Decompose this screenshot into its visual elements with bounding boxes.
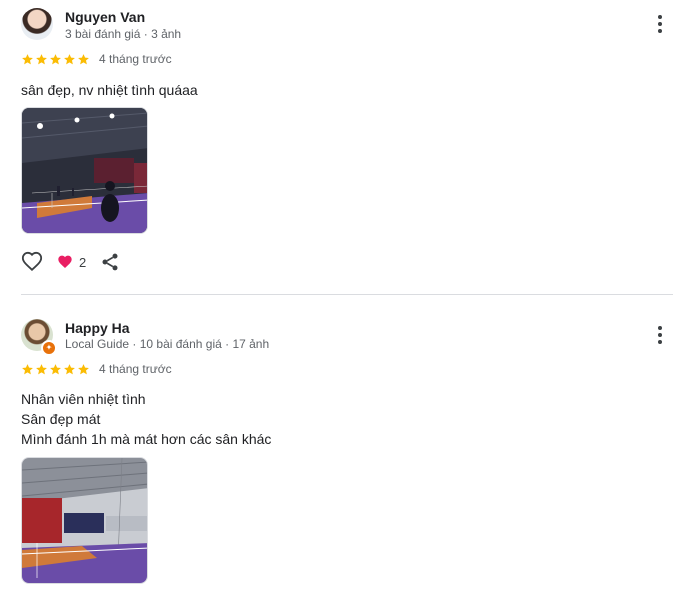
star-icon	[22, 363, 33, 374]
star-icon	[36, 53, 47, 64]
star-icon	[36, 363, 47, 374]
review-text-line: sân đẹp, nv nhiệt tình quáaa	[21, 82, 198, 98]
star-rating	[21, 363, 90, 376]
local-guide-badge-icon: ✦	[41, 340, 57, 356]
rating-row: 4 tháng trước	[21, 52, 172, 66]
review-divider	[21, 294, 673, 295]
star-icon	[78, 363, 89, 374]
more-vert-icon	[658, 15, 662, 19]
review-photo[interactable]	[21, 107, 148, 234]
more-vert-icon-dot	[658, 333, 662, 337]
review-text-line: Sân đẹp mát	[21, 411, 101, 427]
share-icon	[102, 253, 118, 271]
star-icon	[64, 363, 75, 374]
reaction-summary[interactable]: 2	[57, 254, 86, 270]
review-photo[interactable]	[21, 457, 148, 584]
heart-outline-icon	[21, 251, 43, 272]
review-actions: 2	[21, 251, 120, 273]
more-options-button[interactable]	[650, 14, 670, 34]
like-button[interactable]	[21, 251, 43, 273]
more-vert-icon	[658, 326, 662, 330]
court-photo-image	[22, 108, 147, 233]
star-icon	[78, 53, 89, 64]
rating-row: 4 tháng trước	[21, 362, 172, 376]
star-rating	[21, 53, 90, 66]
review-text-line: Nhân viên nhiệt tình	[21, 391, 146, 407]
more-options-button[interactable]	[650, 325, 670, 345]
star-icon	[50, 53, 61, 64]
more-vert-icon-dot	[658, 22, 662, 26]
author-meta: Local Guide · 10 bài đánh giá · 17 ảnh	[65, 337, 270, 351]
more-vert-icon-dot	[658, 29, 662, 33]
star-icon	[22, 53, 33, 64]
more-vert-icon-dot	[658, 340, 662, 344]
avatar[interactable]	[21, 8, 53, 40]
review-text: sân đẹp, nv nhiệt tình quáaa	[21, 80, 198, 100]
author-name[interactable]: Nguyen Van	[65, 9, 145, 25]
author-name[interactable]: Happy Ha	[65, 320, 130, 336]
star-icon	[50, 363, 61, 374]
reaction-count: 2	[79, 254, 87, 270]
review-time: 4 tháng trước	[99, 52, 172, 66]
court-photo-image	[22, 458, 147, 583]
review-text-line: Mình đánh 1h mà mát hơn các sân khác	[21, 431, 272, 447]
star-icon	[64, 53, 75, 64]
author-meta: 3 bài đánh giá · 3 ảnh	[65, 27, 182, 41]
heart-filled-icon	[58, 255, 72, 268]
share-button[interactable]	[100, 252, 120, 272]
review-time: 4 tháng trước	[99, 362, 172, 376]
review-text: Nhân viên nhiệt tình Sân đẹp mát Mình đá…	[21, 389, 271, 449]
